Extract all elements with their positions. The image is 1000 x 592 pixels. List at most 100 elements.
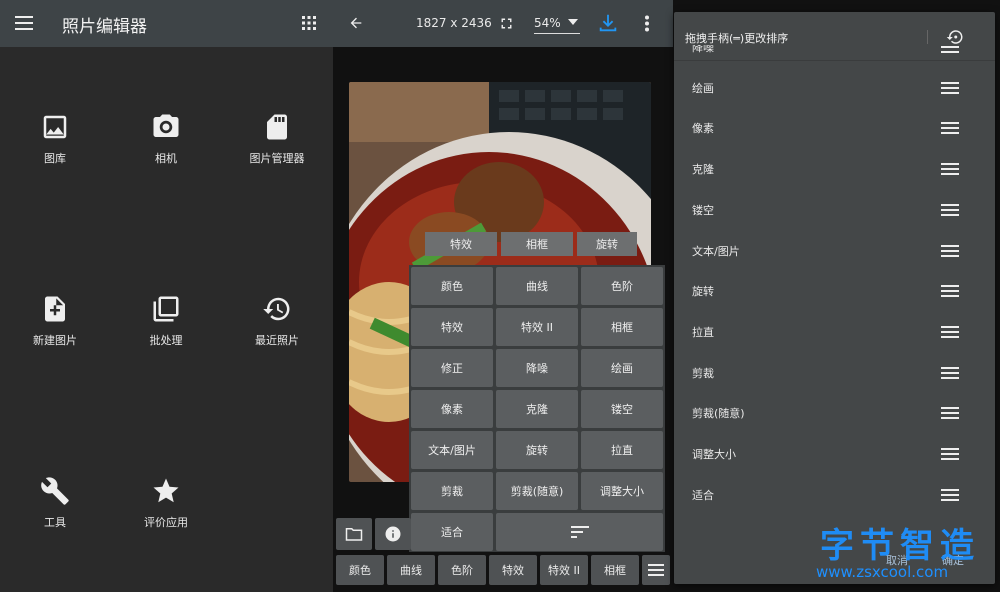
info-icon [385, 526, 401, 542]
app-title: 照片编辑器 [62, 17, 147, 37]
folder-button[interactable] [336, 518, 372, 550]
row-label: 剪裁 [692, 366, 714, 380]
menu-lines-icon [648, 564, 664, 576]
sortable-row[interactable]: 旋转 [674, 271, 995, 311]
menu-item[interactable]: 剪裁(随意) [496, 472, 578, 510]
sortable-row[interactable]: 文本/图片 [674, 231, 995, 271]
drag-handle-icon[interactable] [941, 447, 959, 461]
tile-label: 批处理 [149, 334, 183, 347]
drag-handle-icon[interactable] [941, 45, 959, 54]
sortable-row[interactable]: 克隆 [674, 149, 995, 189]
reorder-screen: 拖拽手柄(═)更改排序 降噪 绘画 像素 克隆 镂空 文本/图片 旋转 拉直 剪裁 剪裁(随意) 调… [673, 0, 1000, 592]
fullscreen-icon[interactable] [498, 15, 515, 32]
tile-new-image[interactable]: 新建图片 [0, 294, 110, 348]
header-divider [927, 30, 928, 44]
tools-popup-menu: 颜色 曲线 色阶 特效 特效 II 相框 修正 降噪 绘画 像素 克隆 镂空 文… [409, 265, 665, 552]
zoom-select[interactable]: 54% [534, 16, 580, 34]
menu-item[interactable]: 相框 [581, 308, 663, 346]
sort-button[interactable] [496, 513, 663, 551]
sortable-row[interactable]: 像素 [674, 108, 995, 148]
apps-grid-icon[interactable] [302, 16, 316, 30]
reset-icon[interactable] [946, 28, 964, 46]
tile-label: 最近照片 [255, 334, 299, 347]
download-icon[interactable] [597, 12, 619, 34]
menu-icon[interactable] [15, 15, 33, 31]
drag-handle-icon[interactable] [941, 488, 959, 502]
image-dimensions: 1827 x 2436 [416, 16, 492, 30]
sort-icon [570, 526, 589, 538]
drag-handle-icon[interactable] [941, 366, 959, 380]
editor-app-bar: 1827 x 2436 54% [333, 0, 673, 47]
ghost-button: 旋转 [577, 232, 637, 256]
row-label: 旋转 [692, 285, 714, 299]
drag-handle-icon[interactable] [941, 81, 959, 95]
tile-label: 图片管理器 [249, 152, 305, 165]
menu-item[interactable]: 文本/图片 [411, 431, 493, 469]
menu-item[interactable]: 曲线 [496, 267, 578, 305]
menu-item[interactable]: 调整大小 [581, 472, 663, 510]
tile-camera[interactable]: 相机 [111, 112, 221, 166]
menu-item[interactable]: 特效 [411, 308, 493, 346]
row-label: 像素 [692, 122, 714, 136]
sortable-row[interactable]: 绘画 [674, 68, 995, 108]
sortable-row[interactable]: 降噪 [674, 45, 995, 67]
tile-rate-app[interactable]: 评价应用 [111, 476, 221, 530]
menu-item[interactable]: 镂空 [581, 390, 663, 428]
ghost-button: 特效 [425, 232, 497, 256]
drag-handle-icon[interactable] [941, 121, 959, 135]
toolbar-button[interactable]: 特效 [489, 555, 537, 585]
new-file-icon [45, 296, 65, 322]
info-button[interactable] [375, 518, 411, 550]
drag-handle-icon[interactable] [941, 284, 959, 298]
row-label: 适合 [692, 488, 714, 502]
sortable-row[interactable]: 剪裁(随意) [674, 393, 995, 433]
menu-item[interactable]: 旋转 [496, 431, 578, 469]
ghost-button: 相框 [501, 232, 573, 256]
menu-item[interactable]: 克隆 [496, 390, 578, 428]
toolbar-button[interactable]: 颜色 [336, 555, 384, 585]
sortable-row[interactable]: 调整大小 [674, 434, 995, 474]
drag-handle-icon[interactable] [941, 203, 959, 217]
more-vert-icon[interactable] [644, 15, 650, 32]
tile-batch[interactable]: 批处理 [111, 294, 221, 348]
drag-handle-icon[interactable] [941, 244, 959, 258]
toolbar-button[interactable]: 曲线 [387, 555, 435, 585]
reorder-dialog: 拖拽手柄(═)更改排序 降噪 绘画 像素 克隆 镂空 文本/图片 旋转 拉直 剪裁 剪裁(随意) 调… [674, 12, 995, 584]
menu-item[interactable]: 拉直 [581, 431, 663, 469]
toolbar-button[interactable]: 相框 [591, 555, 639, 585]
drag-handle-icon[interactable] [941, 162, 959, 176]
menu-item[interactable]: 色阶 [581, 267, 663, 305]
sortable-row[interactable]: 镂空 [674, 190, 995, 230]
camera-icon [153, 114, 179, 137]
tile-tools[interactable]: 工具 [0, 476, 110, 530]
tile-image-manager[interactable]: 图片管理器 [222, 112, 332, 166]
toolbar-more-button[interactable] [642, 555, 670, 585]
menu-item[interactable]: 修正 [411, 349, 493, 387]
toolbar-button[interactable]: 特效 II [540, 555, 588, 585]
menu-item[interactable]: 降噪 [496, 349, 578, 387]
sortable-row[interactable]: 剪裁 [674, 353, 995, 393]
toolbar-button[interactable]: 色阶 [438, 555, 486, 585]
menu-item[interactable]: 特效 II [496, 308, 578, 346]
tile-recent-photos[interactable]: 最近照片 [222, 294, 332, 348]
sortable-list: 降噪 绘画像素克隆镂空文本/图片旋转拉直剪裁剪裁(随意) 调整大小适合 [674, 45, 995, 575]
star-icon [153, 478, 179, 503]
menu-item[interactable]: 剪裁 [411, 472, 493, 510]
back-arrow-icon[interactable] [348, 15, 364, 31]
menu-item[interactable]: 颜色 [411, 267, 493, 305]
watermark-url: www.zsxcool.com [816, 563, 949, 581]
sd-card-icon [267, 114, 287, 140]
tile-gallery[interactable]: 图库 [0, 112, 110, 166]
sortable-row[interactable]: 拉直 [674, 312, 995, 352]
drag-handle-icon[interactable] [941, 406, 959, 420]
row-label: 克隆 [692, 163, 714, 177]
tile-label: 新建图片 [33, 334, 77, 347]
sortable-row[interactable]: 适合 [674, 475, 995, 515]
menu-item[interactable]: 适合 [411, 513, 493, 551]
row-label: 文本/图片 [692, 244, 740, 258]
menu-item[interactable]: 像素 [411, 390, 493, 428]
menu-item[interactable]: 绘画 [581, 349, 663, 387]
row-label: 调整大小 [692, 448, 736, 461]
row-label: 镂空 [692, 203, 714, 217]
drag-handle-icon[interactable] [941, 325, 959, 339]
